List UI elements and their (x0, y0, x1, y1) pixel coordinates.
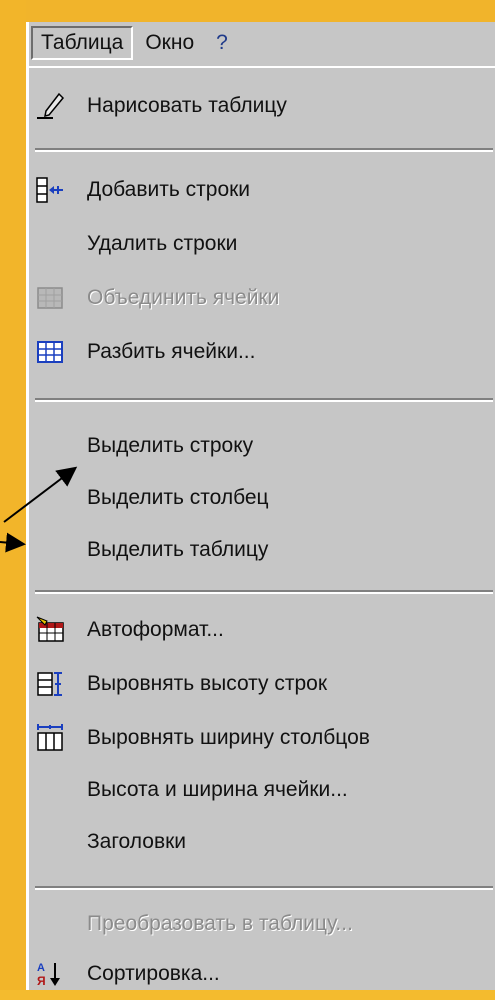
svg-text:A: A (37, 962, 45, 974)
menu-item-convert-to-table: Преобразовать в таблицу... (29, 898, 495, 950)
application-window: Таблица Окно ? Нарисовать таблицу Добави… (26, 22, 495, 990)
menubar-help[interactable]: ? (206, 26, 238, 60)
autoformat-icon (35, 615, 65, 645)
menubar: Таблица Окно ? (29, 22, 495, 64)
menu-item-label: Добавить строки (87, 178, 251, 201)
menu-separator (35, 590, 493, 594)
menu-item-select-table[interactable]: Выделить таблицу (29, 524, 495, 576)
menu-item-label: Удалить строки (87, 232, 238, 255)
menu-item-distribute-columns[interactable]: Выровнять ширину столбцов (29, 712, 495, 764)
pencil-icon (35, 91, 65, 121)
menubar-window[interactable]: Окно (135, 26, 204, 60)
menu-item-label: Заголовки (87, 830, 187, 853)
menu-item-draw-table[interactable]: Нарисовать таблицу (29, 80, 495, 132)
menubar-table[interactable]: Таблица (31, 26, 134, 60)
menu-separator (35, 148, 493, 152)
menu-item-autoformat[interactable]: Автоформат... (29, 604, 495, 656)
menu-item-label: Выровнять ширину столбцов (87, 726, 370, 749)
menu-item-cell-height-width[interactable]: Высота и ширина ячейки... (29, 764, 495, 816)
menu-item-sort[interactable]: A Я Сортировка... (29, 948, 495, 1000)
sort-icon: A Я (35, 959, 65, 989)
split-cells-icon (35, 337, 65, 367)
menu-item-label: Нарисовать таблицу (87, 94, 287, 117)
insert-rows-icon (35, 175, 65, 205)
menu-item-label: Высота и ширина ячейки... (87, 778, 348, 801)
menu-item-label: Выделить таблицу (87, 538, 269, 561)
menu-item-select-row[interactable]: Выделить строку (29, 420, 495, 472)
menu-item-distribute-rows[interactable]: Выровнять высоту строк (29, 658, 495, 710)
distribute-rows-icon (35, 669, 65, 699)
menu-item-label: Выделить строку (87, 434, 254, 457)
menu-item-label: Выровнять высоту строк (87, 672, 328, 695)
menu-item-select-column[interactable]: Выделить столбец (29, 472, 495, 524)
menu-item-split-cells[interactable]: Разбить ячейки... (29, 326, 495, 378)
svg-text:Я: Я (37, 974, 46, 988)
menu-item-label: Преобразовать в таблицу... (87, 912, 353, 935)
menu-item-merge-cells: Объединить ячейки (29, 272, 495, 324)
menu-item-label: Автоформат... (87, 618, 224, 641)
menu-item-label: Объединить ячейки (87, 286, 280, 309)
menu-item-label: Сортировка... (87, 962, 220, 985)
menu-item-add-rows[interactable]: Добавить строки (29, 164, 495, 216)
merge-cells-icon (35, 283, 65, 313)
menu-separator (35, 398, 493, 402)
menu-item-label: Разбить ячейки... (87, 340, 256, 363)
background-strip (0, 0, 26, 990)
background-top (26, 0, 495, 22)
menu-item-label: Выделить столбец (87, 486, 269, 509)
distribute-columns-icon (35, 723, 65, 753)
menu-separator (35, 886, 493, 890)
table-menu: Нарисовать таблицу Добавить строки Удали… (29, 66, 495, 992)
menu-item-headings[interactable]: Заголовки (29, 816, 495, 868)
menu-item-delete-rows[interactable]: Удалить строки (29, 218, 495, 270)
